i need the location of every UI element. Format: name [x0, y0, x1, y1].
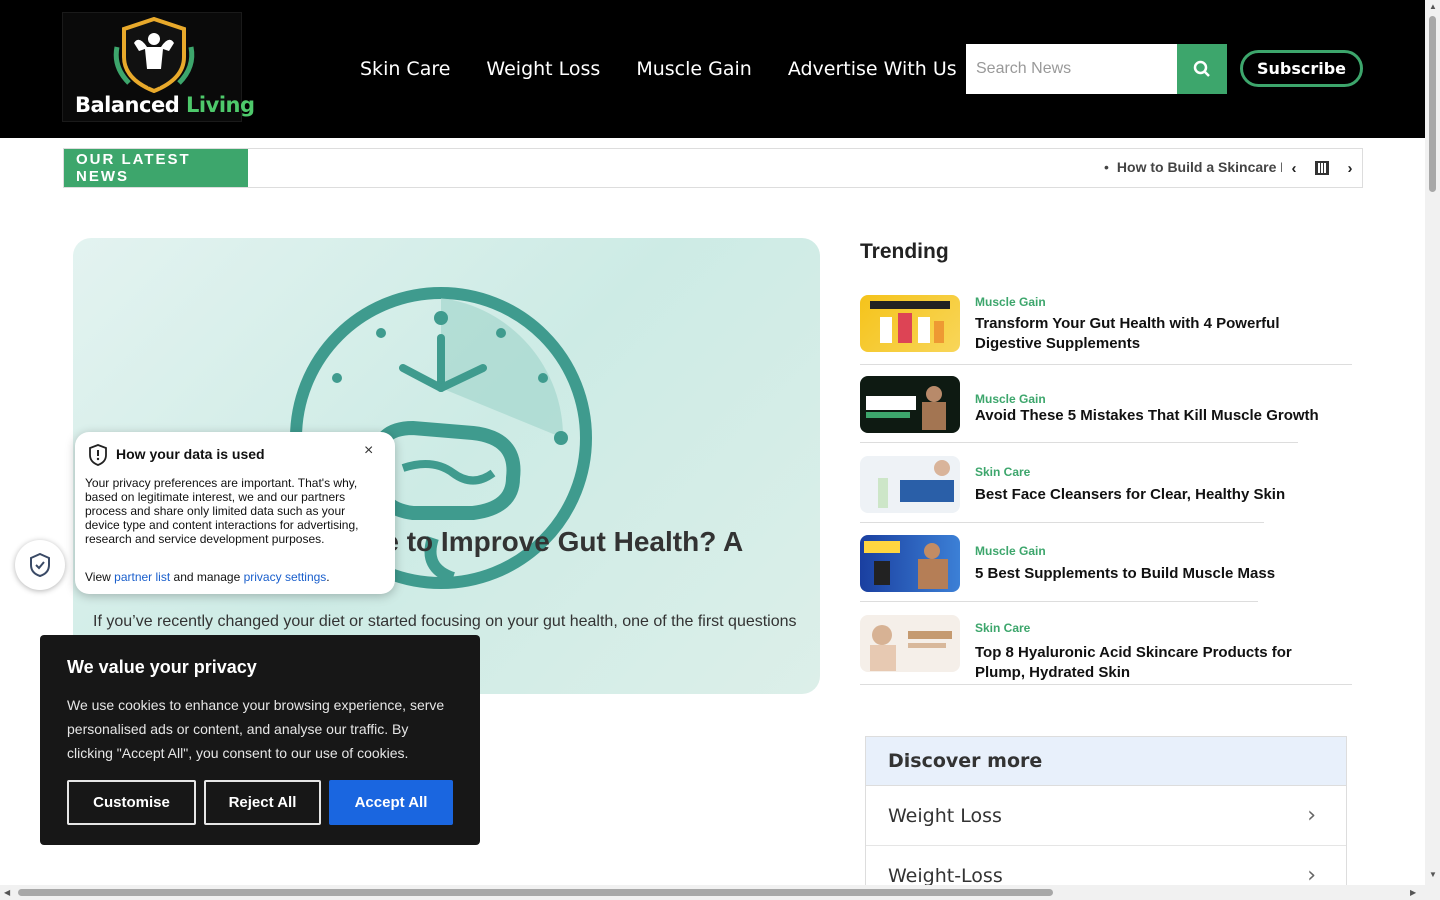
trending-item[interactable]: Muscle Gain 5 Best Supplements to Build … [860, 535, 1275, 602]
trending-category[interactable]: Muscle Gain [975, 295, 1046, 309]
cookie-title: We value your privacy [67, 657, 257, 677]
trending-title[interactable]: Avoid These 5 Mistakes That Kill Muscle … [975, 406, 1345, 426]
vertical-scroll-thumb[interactable] [1429, 16, 1436, 192]
accept-all-button[interactable]: Accept All [329, 780, 453, 825]
footer-text: View [85, 570, 111, 584]
nav-weight-loss[interactable]: Weight Loss [486, 58, 600, 80]
footer-text: and manage [173, 570, 241, 584]
discover-item-label: Weight-Loss [888, 864, 1003, 887]
cookie-banner: We value your privacy We use cookies to … [40, 635, 480, 845]
trending-thumbnail [860, 615, 960, 672]
trending-item[interactable]: Muscle Gain Avoid These 5 Mistakes That … [860, 376, 1319, 443]
close-icon[interactable]: × [364, 442, 373, 460]
logo-text: Balanced Living [75, 93, 255, 117]
search-button[interactable] [1177, 44, 1227, 94]
nav-skin-care[interactable]: Skin Care [360, 58, 450, 80]
trending-category[interactable]: Skin Care [975, 465, 1030, 479]
discover-item[interactable]: Weight Loss › [866, 786, 1346, 846]
horizontal-scrollbar[interactable]: ◀ ▶ [0, 885, 1425, 900]
news-ticker: OUR LATEST NEWS How to Build a Skincare … [63, 148, 1363, 188]
scroll-right-arrow-icon[interactable]: ▶ [1410, 888, 1416, 897]
trending-category[interactable]: Skin Care [975, 621, 1030, 635]
horizontal-scroll-thumb[interactable] [18, 889, 1053, 896]
scroll-up-arrow-icon[interactable]: ▲ [1429, 2, 1437, 11]
pause-icon[interactable] [1312, 158, 1332, 178]
trending-title[interactable]: Transform Your Gut Health with 4 Powerfu… [975, 314, 1345, 354]
trending-title[interactable]: 5 Best Supplements to Build Muscle Mass [975, 564, 1345, 584]
trending-thumbnail [860, 456, 960, 513]
ticker-item[interactable]: How to Build a Skincare Routine [1104, 159, 1282, 175]
footer-text: . [326, 570, 330, 584]
main-nav: Skin Care Weight Loss Muscle Gain Advert… [360, 58, 957, 80]
discover-more-panel: Discover more Weight Loss › Weight-Loss … [865, 736, 1347, 900]
data-usage-popup: How your data is used × Your privacy pre… [75, 432, 395, 594]
trending-thumbnail [860, 535, 960, 592]
nav-muscle-gain[interactable]: Muscle Gain [636, 58, 751, 80]
trending-title[interactable]: Top 8 Hyaluronic Acid Skincare Products … [975, 643, 1345, 683]
subscribe-button[interactable]: Subscribe [1240, 50, 1363, 87]
nav-advertise[interactable]: Advertise With Us [788, 58, 957, 80]
data-popup-footer: View partner list and manage privacy set… [85, 570, 330, 584]
trending-category[interactable]: Muscle Gain [975, 544, 1046, 558]
scroll-down-arrow-icon[interactable]: ▼ [1429, 870, 1437, 879]
search-input[interactable]: Search News [966, 44, 1177, 94]
chevron-left-icon[interactable]: ‹ [1284, 158, 1304, 178]
search-icon [1193, 60, 1210, 77]
ticker-label: OUR LATEST NEWS [64, 149, 248, 187]
hero-excerpt: If you’ve recently changed your diet or … [93, 613, 797, 630]
shield-alert-icon [89, 444, 107, 466]
trending-title[interactable]: Best Face Cleansers for Clear, Healthy S… [975, 485, 1345, 505]
trending-heading: Trending [860, 240, 949, 263]
trending-thumbnail [860, 295, 960, 352]
trending-thumbnail [860, 376, 960, 433]
trending-item[interactable]: Muscle Gain Transform Your Gut Health wi… [860, 295, 1352, 365]
vertical-scrollbar[interactable]: ▲ ▼ [1425, 0, 1440, 900]
trending-item[interactable]: Skin Care Best Face Cleansers for Clear,… [860, 456, 1285, 523]
customise-button[interactable]: Customise [67, 780, 196, 825]
chevron-right-icon: › [1307, 803, 1316, 828]
chevron-right-icon[interactable]: › [1340, 158, 1360, 178]
cookie-body: We use cookies to enhance your browsing … [67, 697, 445, 761]
privacy-settings-link[interactable]: privacy settings [244, 570, 327, 584]
trending-item[interactable]: Skin Care Top 8 Hyaluronic Acid Skincare… [860, 615, 1352, 685]
scroll-left-arrow-icon[interactable]: ◀ [4, 888, 10, 897]
discover-heading: Discover more [866, 737, 1346, 786]
partner-list-link[interactable]: partner list [114, 570, 170, 584]
discover-item-label: Weight Loss [888, 804, 1002, 827]
privacy-shield-button[interactable] [15, 540, 65, 590]
trending-category[interactable]: Muscle Gain [975, 392, 1046, 406]
reject-all-button[interactable]: Reject All [204, 780, 321, 825]
data-popup-title: How your data is used [116, 446, 265, 462]
data-popup-body: Your privacy preferences are important. … [85, 476, 359, 546]
site-header: Balanced Living Skin Care Weight Loss Mu… [0, 0, 1425, 138]
bodybuilder-logo-icon [113, 17, 195, 93]
site-logo[interactable]: Balanced Living [62, 12, 255, 122]
shield-check-icon [30, 553, 50, 577]
